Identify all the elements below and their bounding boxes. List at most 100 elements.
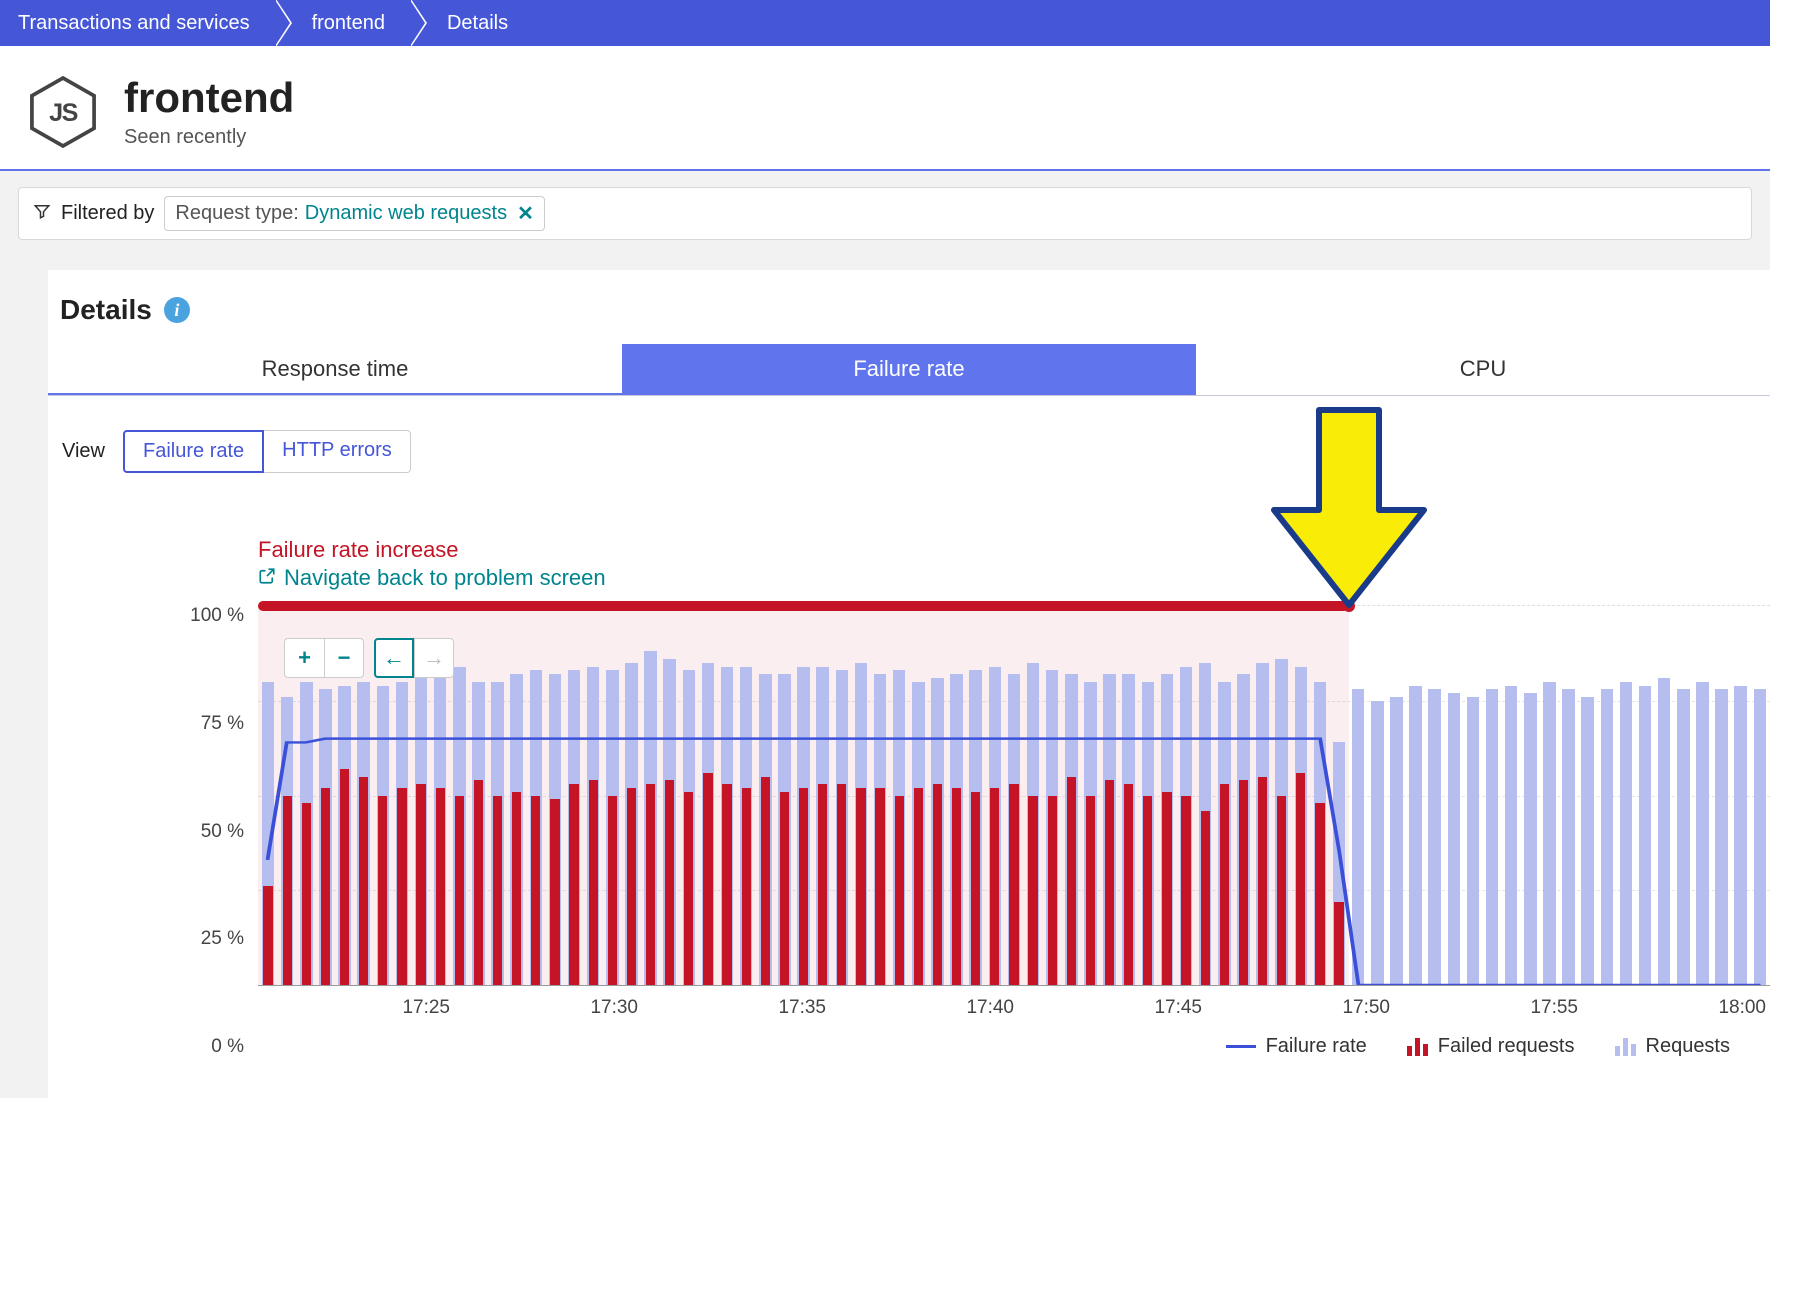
chart-y-axis: 100 % 75 % 50 % 25 % 0 % <box>158 605 254 1058</box>
bar-column <box>1331 606 1347 985</box>
bar-column <box>719 606 735 985</box>
chart-plot[interactable]: + − ← → <box>258 605 1770 985</box>
bar-column <box>1675 606 1691 985</box>
bar-column <box>949 606 965 985</box>
bar-column <box>776 606 792 985</box>
attention-arrow-icon <box>1269 400 1429 610</box>
bar-column <box>528 606 544 985</box>
filter-label: Filtered by <box>61 202 154 225</box>
external-link-icon <box>258 567 276 590</box>
bar-column <box>1484 606 1500 985</box>
bar-column <box>987 606 1003 985</box>
bar-column <box>1025 606 1041 985</box>
bar-column <box>1714 606 1730 985</box>
bar-column <box>1293 606 1309 985</box>
zoom-controls: + − ← → <box>284 638 454 678</box>
bar-column <box>1312 606 1328 985</box>
bar-column <box>1159 606 1175 985</box>
tab-response-time[interactable]: Response time <box>48 344 622 395</box>
breadcrumb-item-transactions[interactable]: Transactions and services <box>0 0 278 46</box>
bar-column <box>834 606 850 985</box>
bar-column <box>1197 606 1213 985</box>
view-option-http-errors[interactable]: HTTP errors <box>264 430 411 473</box>
breadcrumb-item-frontend[interactable]: frontend <box>278 0 413 46</box>
bar-column <box>1733 606 1749 985</box>
bar-column <box>1752 606 1768 985</box>
section-title: Details <box>60 294 152 326</box>
page-header: JS frontend Seen recently <box>0 46 1770 171</box>
zoom-out-button[interactable]: − <box>324 638 364 678</box>
bar-column <box>1102 606 1118 985</box>
bar-column <box>853 606 869 985</box>
bar-column <box>968 606 984 985</box>
details-panel: Details i Response time Failure rate CPU… <box>48 270 1770 1098</box>
bar-column <box>1121 606 1137 985</box>
filter-chip-remove-icon[interactable]: ✕ <box>513 201 534 226</box>
pan-left-button[interactable]: ← <box>374 638 414 678</box>
bar-column <box>1541 606 1557 985</box>
bar-column <box>1140 606 1156 985</box>
nav-back-link[interactable]: Navigate back to problem screen <box>258 565 1770 591</box>
bar-column <box>1503 606 1519 985</box>
info-icon[interactable]: i <box>164 297 190 323</box>
bar-column <box>1427 606 1443 985</box>
bar-column <box>872 606 888 985</box>
view-label: View <box>62 440 105 463</box>
bar-column <box>1255 606 1271 985</box>
pan-right-button[interactable]: → <box>414 638 454 678</box>
bar-column <box>1369 606 1385 985</box>
bar-column <box>1044 606 1060 985</box>
bar-column <box>604 606 620 985</box>
bar-column <box>700 606 716 985</box>
breadcrumb: Transactions and services frontend Detai… <box>0 0 1770 46</box>
bar-column <box>757 606 773 985</box>
bar-column <box>1599 606 1615 985</box>
bar-column <box>1216 606 1232 985</box>
bar-column <box>738 606 754 985</box>
bar-column <box>566 606 582 985</box>
bar-column <box>929 606 945 985</box>
bar-column <box>681 606 697 985</box>
bar-column <box>662 606 678 985</box>
bar-column <box>1063 606 1079 985</box>
zoom-in-button[interactable]: + <box>284 638 324 678</box>
legend-requests: Requests <box>1615 1035 1731 1058</box>
bar-column <box>1350 606 1366 985</box>
bar-column <box>1637 606 1653 985</box>
page-subtitle: Seen recently <box>124 126 294 149</box>
bar-column <box>1561 606 1577 985</box>
filter-chip[interactable]: Request type: Dynamic web requests ✕ <box>164 196 545 231</box>
tab-failure-rate[interactable]: Failure rate <box>622 344 1196 395</box>
bar-column <box>1580 606 1596 985</box>
chart-bars <box>258 606 1770 985</box>
bar-column <box>815 606 831 985</box>
legend-failed-requests: Failed requests <box>1407 1035 1575 1058</box>
bar-column <box>1618 606 1634 985</box>
bar-column <box>1408 606 1424 985</box>
svg-text:JS: JS <box>49 98 78 126</box>
bar-column <box>547 606 563 985</box>
bar-column <box>891 606 907 985</box>
bar-column <box>1274 606 1290 985</box>
bar-column <box>1446 606 1462 985</box>
bar-column <box>1656 606 1672 985</box>
bar-column <box>509 606 525 985</box>
bar-column <box>1388 606 1404 985</box>
bar-column <box>796 606 812 985</box>
chart-annotation-title: Failure rate increase <box>258 537 1770 563</box>
nodejs-icon: JS <box>26 75 100 149</box>
bar-column <box>1006 606 1022 985</box>
chart-legend: Failure rate Failed requests Requests <box>158 1035 1730 1058</box>
breadcrumb-item-details[interactable]: Details <box>413 0 536 46</box>
bar-column <box>910 606 926 985</box>
view-option-failure-rate[interactable]: Failure rate <box>123 430 264 473</box>
filter-icon <box>33 202 51 225</box>
bar-column <box>1465 606 1481 985</box>
chart-area: Failure rate increase Navigate back to p… <box>158 537 1770 1058</box>
bar-column <box>585 606 601 985</box>
bar-column <box>623 606 639 985</box>
filter-bar: Filtered by Request type: Dynamic web re… <box>18 187 1752 240</box>
bar-column <box>1178 606 1194 985</box>
bar-column <box>1522 606 1538 985</box>
tab-cpu[interactable]: CPU <box>1196 344 1770 395</box>
